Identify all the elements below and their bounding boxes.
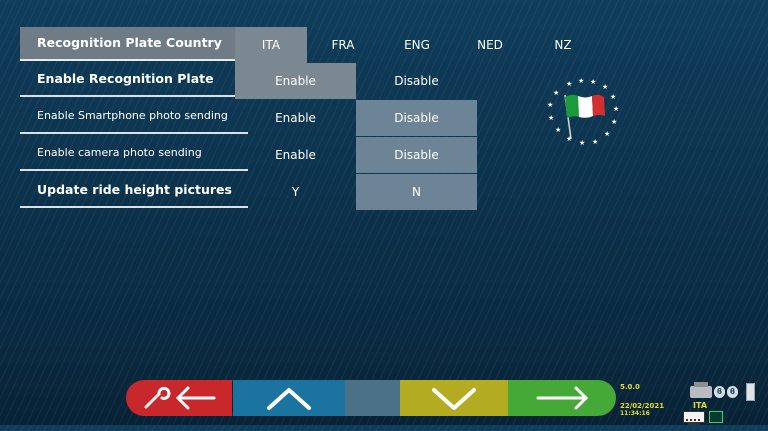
recognition-plate-enable-button[interactable]: Enable: [235, 63, 356, 99]
svg-text:★: ★: [578, 77, 584, 85]
down-button[interactable]: [400, 380, 508, 416]
svg-text:★: ★: [592, 138, 598, 146]
printer-icon: [690, 382, 712, 398]
tools-back-button[interactable]: [126, 380, 232, 416]
italy-flag-icon: ★ ★ ★ ★ ★ ★ ★ ★ ★ ★ ★ ★ ★ ★ ★: [540, 75, 625, 155]
bluetooth-icon-2: ϐ: [727, 386, 738, 398]
recognition-plate-disable-button[interactable]: Disable: [356, 63, 477, 99]
country-option-fra[interactable]: FRA: [307, 27, 379, 63]
svg-text:★: ★: [613, 105, 619, 113]
date-readout: 22/02/2021: [620, 402, 665, 410]
svg-text:★: ★: [547, 101, 553, 109]
country-row: Recognition Plate Country ITA FRA ENG NE…: [20, 27, 620, 63]
country-option-eng[interactable]: ENG: [381, 27, 453, 63]
battery-icon: [746, 383, 755, 401]
recognition-plate-label: Enable Recognition Plate: [20, 63, 248, 97]
recognition-plate-row: Enable Recognition Plate Enable Disable: [20, 63, 620, 99]
svg-text:★: ★: [548, 114, 554, 122]
keyboard-icon[interactable]: [683, 411, 705, 425]
time-readout: 11:34:16: [620, 410, 650, 417]
svg-text:★: ★: [602, 83, 608, 91]
next-button[interactable]: [508, 380, 616, 416]
country-option-ned[interactable]: NED: [454, 27, 526, 63]
smartphone-photo-label: Enable Smartphone photo sending: [20, 100, 248, 134]
chevron-up-icon: [267, 388, 311, 410]
svg-text:★: ★: [555, 126, 561, 134]
svg-text:★: ★: [610, 93, 616, 101]
ride-height-row: Update ride height pictures Y N: [20, 174, 620, 210]
camera-photo-enable-button[interactable]: Enable: [235, 137, 356, 173]
svg-text:★: ★: [611, 118, 617, 126]
svg-text:★: ★: [553, 89, 559, 97]
ride-height-yes-button[interactable]: Y: [235, 174, 356, 210]
camera-photo-row: Enable camera photo sending Enable Disab…: [20, 137, 620, 173]
ride-height-no-button[interactable]: N: [356, 174, 477, 210]
camera-photo-label: Enable camera photo sending: [20, 137, 248, 171]
right-arrow-icon: [536, 386, 589, 410]
smartphone-photo-disable-button[interactable]: Disable: [356, 100, 477, 136]
country-option-ita[interactable]: ITA: [235, 27, 307, 63]
smartphone-photo-enable-button[interactable]: Enable: [235, 100, 356, 136]
up-button[interactable]: [233, 380, 345, 416]
wrench-and-left-arrow-icon: [144, 386, 216, 410]
ride-height-label: Update ride height pictures: [20, 174, 248, 208]
country-option-nz[interactable]: NZ: [527, 27, 599, 63]
svg-text:★: ★: [566, 80, 572, 88]
blank-button[interactable]: [345, 380, 400, 416]
network-icon: [709, 411, 723, 423]
country-label: Recognition Plate Country: [20, 27, 248, 61]
camera-photo-disable-button[interactable]: Disable: [356, 137, 477, 173]
svg-text:★: ★: [590, 78, 596, 86]
svg-text:★: ★: [579, 139, 585, 147]
software-version: 5.0.0: [620, 383, 640, 391]
smartphone-photo-row: Enable Smartphone photo sending Enable D…: [20, 100, 620, 136]
country-indicator: ITA: [693, 401, 708, 410]
bluetooth-icon: ϐ: [714, 386, 725, 398]
chevron-down-icon: [432, 388, 476, 410]
svg-text:★: ★: [604, 130, 610, 138]
